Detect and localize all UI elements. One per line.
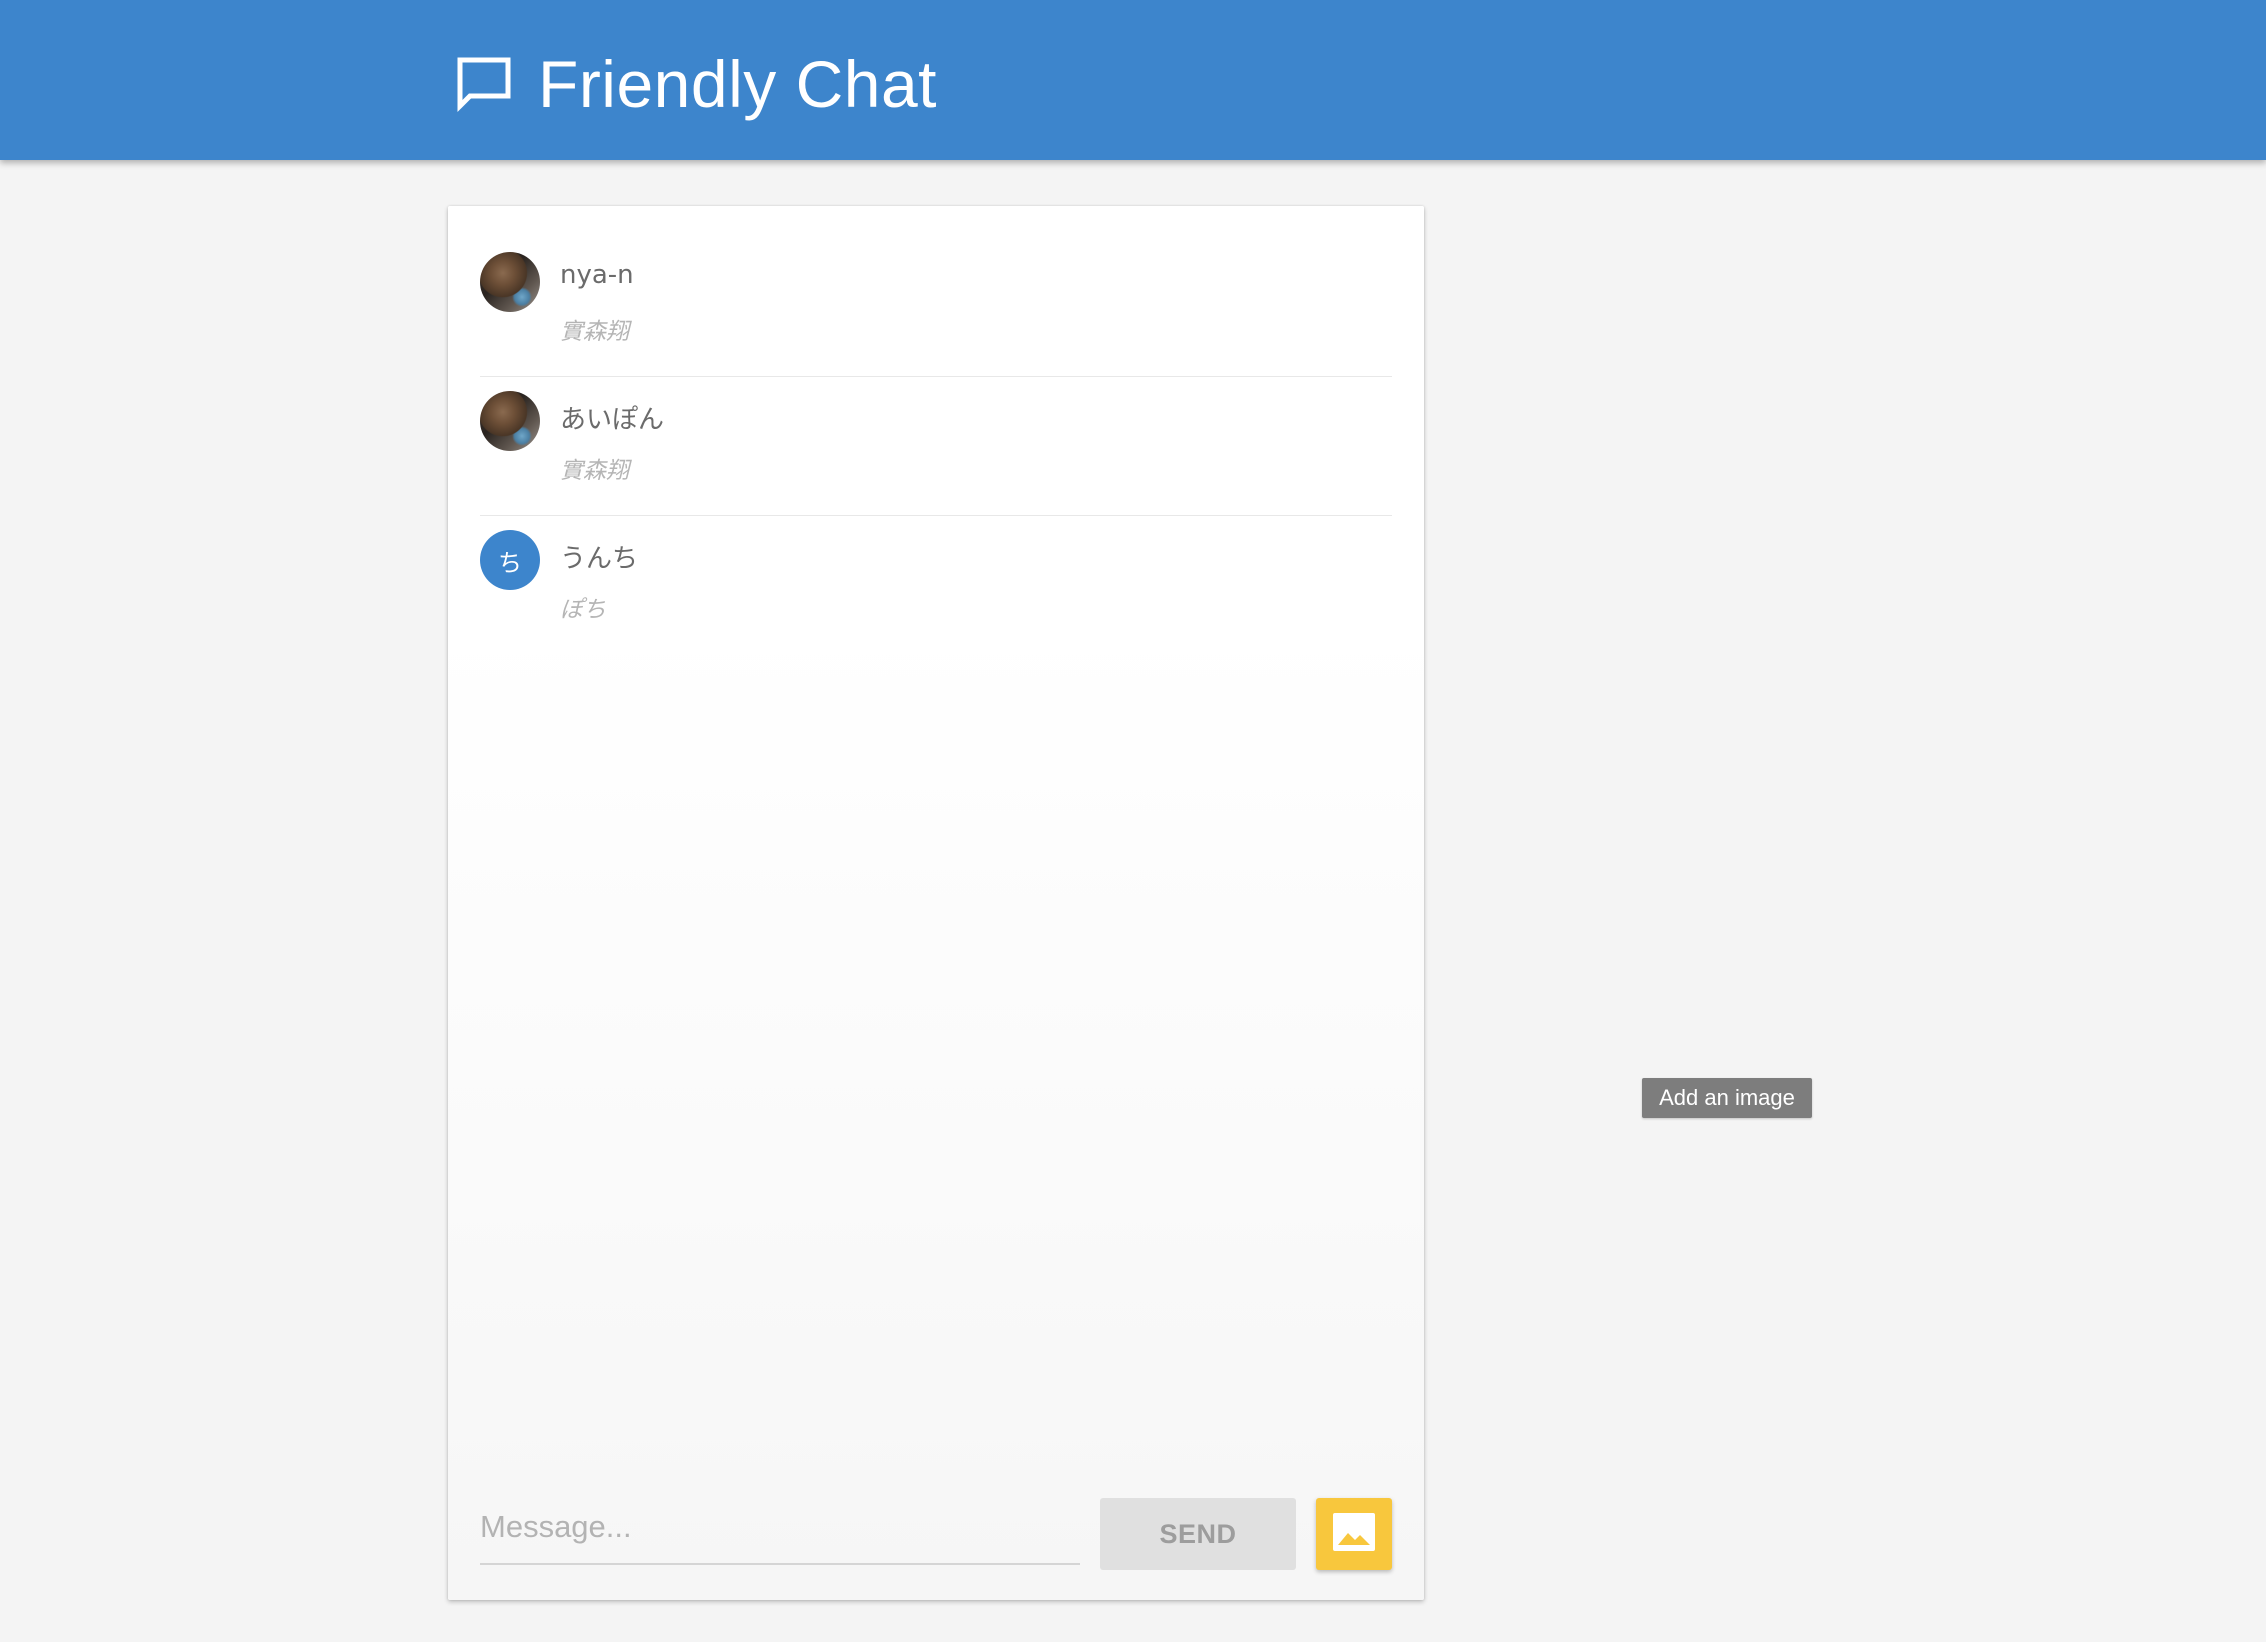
message-item: ち うんち ぽち xyxy=(480,516,1392,655)
avatar xyxy=(480,391,540,451)
message-sender-name: nya-n xyxy=(560,260,634,290)
message-list: nya-n 實森翔 あいぽん 實森翔 ち うんち ぽち xyxy=(480,238,1392,655)
message-composer: SEND xyxy=(480,1491,1392,1570)
message-text: 實森翔 xyxy=(560,458,629,484)
message-text: ぽち xyxy=(560,597,606,623)
message-item: あいぽん 實森翔 xyxy=(480,377,1392,516)
send-button[interactable]: SEND xyxy=(1100,1498,1296,1570)
message-sender-name: あいぽん xyxy=(560,405,665,435)
message-item: nya-n 實森翔 xyxy=(480,238,1392,377)
message-input[interactable] xyxy=(480,1491,1080,1565)
message-text: 實森翔 xyxy=(560,319,629,345)
image-icon xyxy=(1329,1509,1379,1560)
message-sender-name: うんち xyxy=(560,544,639,574)
app-brand: Friendly Chat xyxy=(452,44,937,124)
avatar xyxy=(480,252,540,312)
chat-card: nya-n 實森翔 あいぽん 實森翔 ち うんち ぽち SEND xyxy=(448,206,1424,1600)
app-header: Friendly Chat xyxy=(0,0,2266,160)
chat-bubble-icon xyxy=(452,52,516,116)
app-title: Friendly Chat xyxy=(538,47,937,121)
add-image-tooltip: Add an image xyxy=(1642,1078,1812,1118)
add-image-button[interactable] xyxy=(1316,1498,1392,1570)
avatar: ち xyxy=(480,530,540,590)
avatar-letter: ち xyxy=(498,548,522,577)
